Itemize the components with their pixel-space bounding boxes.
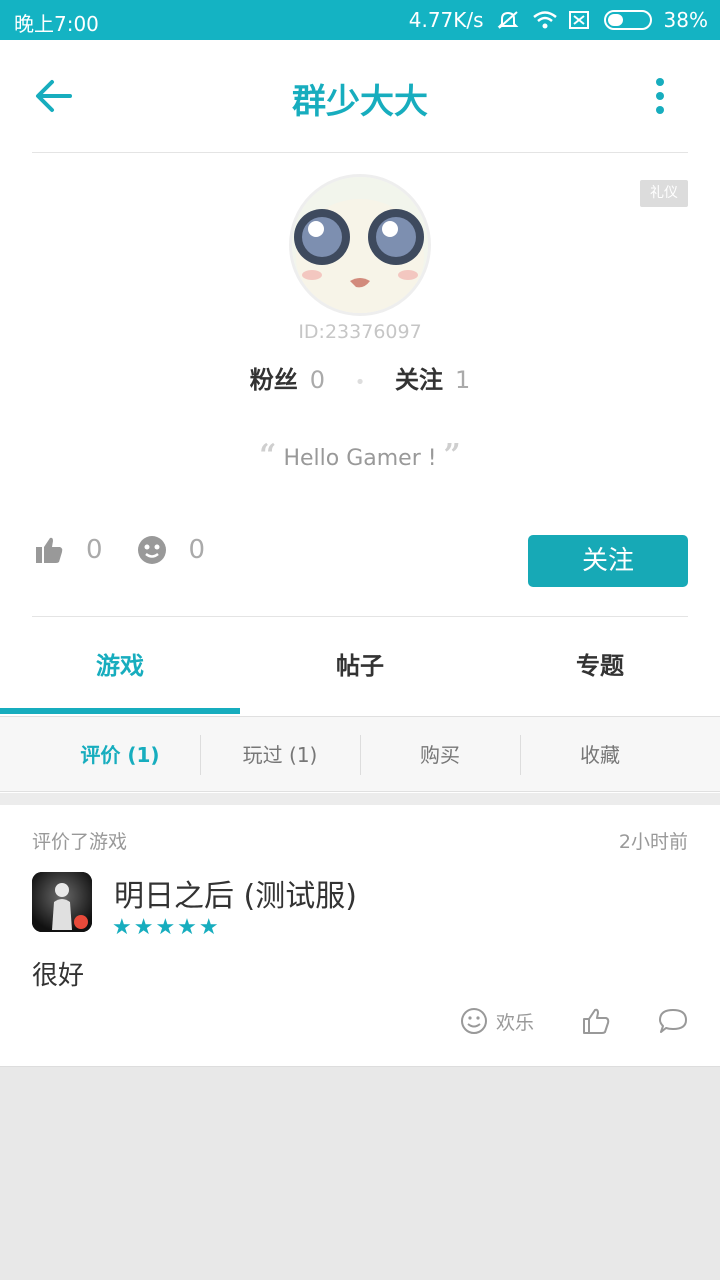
fans-count: 0 [309, 366, 326, 394]
quote-close-mark: ” [443, 438, 461, 473]
fans-label: 粉丝 [249, 366, 298, 394]
battery-icon [603, 10, 652, 30]
thumbs-up-icon[interactable] [34, 535, 64, 565]
subtab-2[interactable]: 购买 [360, 717, 520, 791]
section-gap [0, 793, 720, 805]
stats-divider [32, 616, 688, 617]
status-bar: 晚上7:00 4.77K/s 38% [0, 0, 720, 40]
status-right: 4.77K/s 38% [409, 8, 708, 32]
avatar-face-image [292, 177, 428, 313]
review-action: 评价了游戏 [32, 831, 128, 853]
review-time: 2小时前 [618, 831, 688, 853]
subtab-1[interactable]: 玩过 (1) [200, 717, 360, 791]
review-text: 很好 [32, 961, 85, 991]
smile-outline-icon [460, 1008, 487, 1034]
likes-count: 0 [86, 535, 103, 565]
happy-count: 0 [188, 535, 206, 565]
game-name[interactable]: 明日之后 (测试服) [114, 871, 357, 915]
battery-text: 38% [663, 8, 708, 32]
joy-reaction-label: 欢乐 [495, 1011, 534, 1034]
tab-2[interactable]: 专题 [480, 624, 720, 714]
comment-button[interactable] [658, 1007, 688, 1035]
review-card[interactable]: 评价了游戏 2小时前 明日之后 (测试服) ★★★★★ 很好 欢乐 [0, 805, 720, 1066]
smiley-icon[interactable] [137, 535, 167, 565]
like-review-button[interactable] [582, 1007, 610, 1035]
comment-icon [659, 1009, 687, 1033]
status-time: 晚上7:00 [14, 12, 99, 36]
stats-separator: • [354, 372, 366, 393]
following-count: 1 [454, 366, 471, 394]
top-bar: 群少大大 [0, 40, 720, 152]
following-stat[interactable]: 关注 1 [395, 366, 470, 394]
more-button[interactable] [640, 76, 680, 116]
review-actions: 欢乐 [460, 1007, 688, 1035]
avatar[interactable] [289, 174, 431, 316]
profile-reactions: 0 0 [34, 535, 239, 565]
bio-quote: “ Hello Gamer ! ” [0, 438, 720, 473]
empty-area [0, 1066, 720, 1280]
follow-stats: 粉丝 0 • 关注 1 [0, 360, 720, 395]
mute-icon [496, 10, 520, 30]
main-tabs: 游戏 帖子 专题 [0, 624, 720, 714]
thumbs-up-outline-icon [583, 1008, 610, 1034]
following-label: 关注 [394, 366, 443, 394]
sub-tabs: 评价 (1) 玩过 (1) 购买 收藏 [0, 716, 720, 792]
more-vertical-icon [656, 78, 664, 114]
quote-open-mark: “ [259, 438, 277, 473]
user-tag-badge[interactable]: 礼仪 [640, 180, 688, 207]
bio-text: Hello Gamer ! [283, 446, 437, 471]
profile-page: 群少大大 礼仪 ID:23376097 粉丝 0 • 关注 1 “ Hello … [0, 40, 720, 1066]
subtab-3[interactable]: 收藏 [520, 717, 680, 791]
rating-stars: ★★★★★ [112, 915, 221, 940]
fans-stat[interactable]: 粉丝 0 [250, 366, 333, 394]
network-speed: 4.77K/s [408, 8, 484, 32]
tab-0[interactable]: 游戏 [0, 624, 240, 714]
follow-button[interactable]: 关注 [528, 535, 688, 587]
game-icon[interactable] [32, 872, 92, 932]
joy-reaction-button[interactable]: 欢乐 [460, 1007, 534, 1035]
user-id: ID:23376097 [298, 321, 422, 343]
tab-1[interactable]: 帖子 [240, 624, 480, 714]
wifi-icon [532, 10, 557, 30]
page-title: 群少大大 [292, 82, 428, 122]
subtab-0[interactable]: 评价 (1) [40, 717, 200, 791]
header-divider [32, 152, 688, 153]
sim-off-icon [568, 10, 592, 30]
game-cover-image [32, 872, 92, 932]
